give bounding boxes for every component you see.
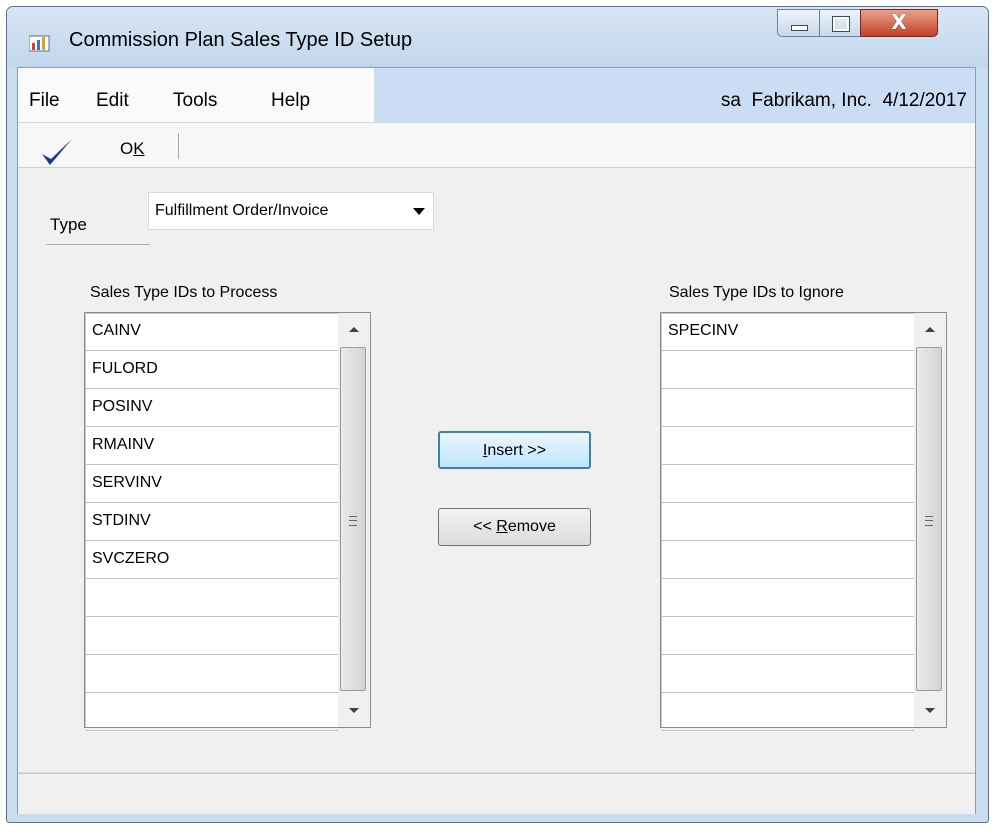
maximize-button[interactable]: [819, 9, 861, 37]
grip-icon: [925, 516, 933, 526]
company-info-bar: sa Fabrikam, Inc. 4/12/2017: [374, 68, 975, 122]
list-item[interactable]: [662, 352, 914, 389]
window-title: Commission Plan Sales Type ID Setup: [69, 29, 413, 51]
list-item-label: CAINV: [92, 322, 141, 339]
menu-edit[interactable]: Edit: [96, 90, 129, 112]
ignore-list-caption: Sales Type IDs to Ignore: [669, 284, 844, 301]
list-item-label: RMAINV: [92, 436, 155, 453]
insert-button[interactable]: Insert >>: [438, 431, 591, 469]
list-item[interactable]: RMAINV: [86, 428, 338, 465]
process-list-caption: Sales Type IDs to Process: [90, 284, 278, 301]
menu-tools[interactable]: Tools: [173, 90, 217, 112]
close-icon: X: [891, 10, 907, 34]
list-item[interactable]: [662, 466, 914, 503]
list-item[interactable]: [86, 656, 338, 693]
list-item[interactable]: SPECINV: [662, 314, 914, 351]
list-item[interactable]: STDINV: [86, 504, 338, 541]
list-item[interactable]: [86, 580, 338, 617]
process-scrollbar[interactable]: [338, 313, 370, 727]
list-item[interactable]: FULORD: [86, 352, 338, 389]
scroll-up-arrow-icon[interactable]: [925, 327, 935, 332]
type-label: Type: [50, 215, 87, 234]
minimize-button[interactable]: [777, 9, 820, 37]
scroll-down-arrow-icon[interactable]: [925, 708, 935, 713]
ok-button[interactable]: OK: [22, 127, 170, 165]
menu-help[interactable]: Help: [271, 90, 310, 112]
list-item-label: FULORD: [92, 360, 158, 377]
app-chart-icon: [29, 35, 50, 52]
dropdown-arrow-icon[interactable]: [413, 208, 425, 215]
list-item[interactable]: [86, 618, 338, 655]
insert-button-label: Insert >>: [482, 442, 547, 459]
scroll-thumb[interactable]: [340, 347, 366, 691]
list-item-label: STDINV: [92, 512, 151, 529]
list-item-label: SPECINV: [668, 322, 739, 339]
remove-button-label: << Remove: [473, 518, 556, 535]
list-item-label: POSINV: [92, 398, 153, 415]
status-bar: [18, 773, 975, 814]
toolbar: OK: [18, 123, 975, 168]
list-item[interactable]: SERVINV: [86, 466, 338, 503]
list-item[interactable]: [662, 428, 914, 465]
list-item[interactable]: [662, 542, 914, 579]
menu-bar: File Edit Tools Help sa Fabrikam, Inc. 4…: [18, 68, 975, 123]
scroll-down-arrow-icon[interactable]: [349, 708, 359, 713]
list-item[interactable]: [662, 656, 914, 693]
scroll-thumb[interactable]: [916, 347, 942, 691]
list-item[interactable]: [662, 390, 914, 427]
remove-button[interactable]: << Remove: [438, 508, 591, 546]
menu-file[interactable]: File: [29, 90, 60, 112]
list-item[interactable]: SVCZERO: [86, 542, 338, 579]
list-item[interactable]: [662, 694, 914, 731]
type-dropdown[interactable]: Fulfillment Order/Invoice: [148, 192, 434, 230]
ok-label: OK: [120, 139, 145, 158]
close-button[interactable]: X: [860, 9, 938, 37]
list-item[interactable]: [86, 694, 338, 731]
scroll-up-arrow-icon[interactable]: [349, 327, 359, 332]
type-dropdown-value: Fulfillment Order/Invoice: [155, 202, 329, 219]
ignore-listbox[interactable]: SPECINV: [660, 312, 947, 731]
dialog-window: Commission Plan Sales Type ID Setup X Fi…: [6, 6, 989, 823]
dialog-client: File Edit Tools Help sa Fabrikam, Inc. 4…: [17, 67, 976, 814]
grip-icon: [349, 516, 357, 526]
process-listbox[interactable]: CAINV FULORD POSINV RMAINV SERVINV STDINV SVCZ…: [84, 312, 371, 731]
list-item[interactable]: [662, 504, 914, 541]
list-item[interactable]: POSINV: [86, 390, 338, 427]
list-item[interactable]: CAINV: [86, 314, 338, 351]
list-item[interactable]: [662, 618, 914, 655]
checkmark-icon: [42, 139, 72, 165]
title-bar[interactable]: Commission Plan Sales Type ID Setup X: [7, 7, 988, 67]
list-item-label: SERVINV: [92, 474, 162, 491]
list-item[interactable]: [662, 580, 914, 617]
list-item-label: SVCZERO: [92, 550, 170, 567]
ignore-scrollbar[interactable]: [914, 313, 946, 727]
company-info: sa Fabrikam, Inc. 4/12/2017: [720, 90, 967, 111]
toolbar-separator: [178, 133, 179, 159]
type-label-underline: [46, 244, 150, 245]
